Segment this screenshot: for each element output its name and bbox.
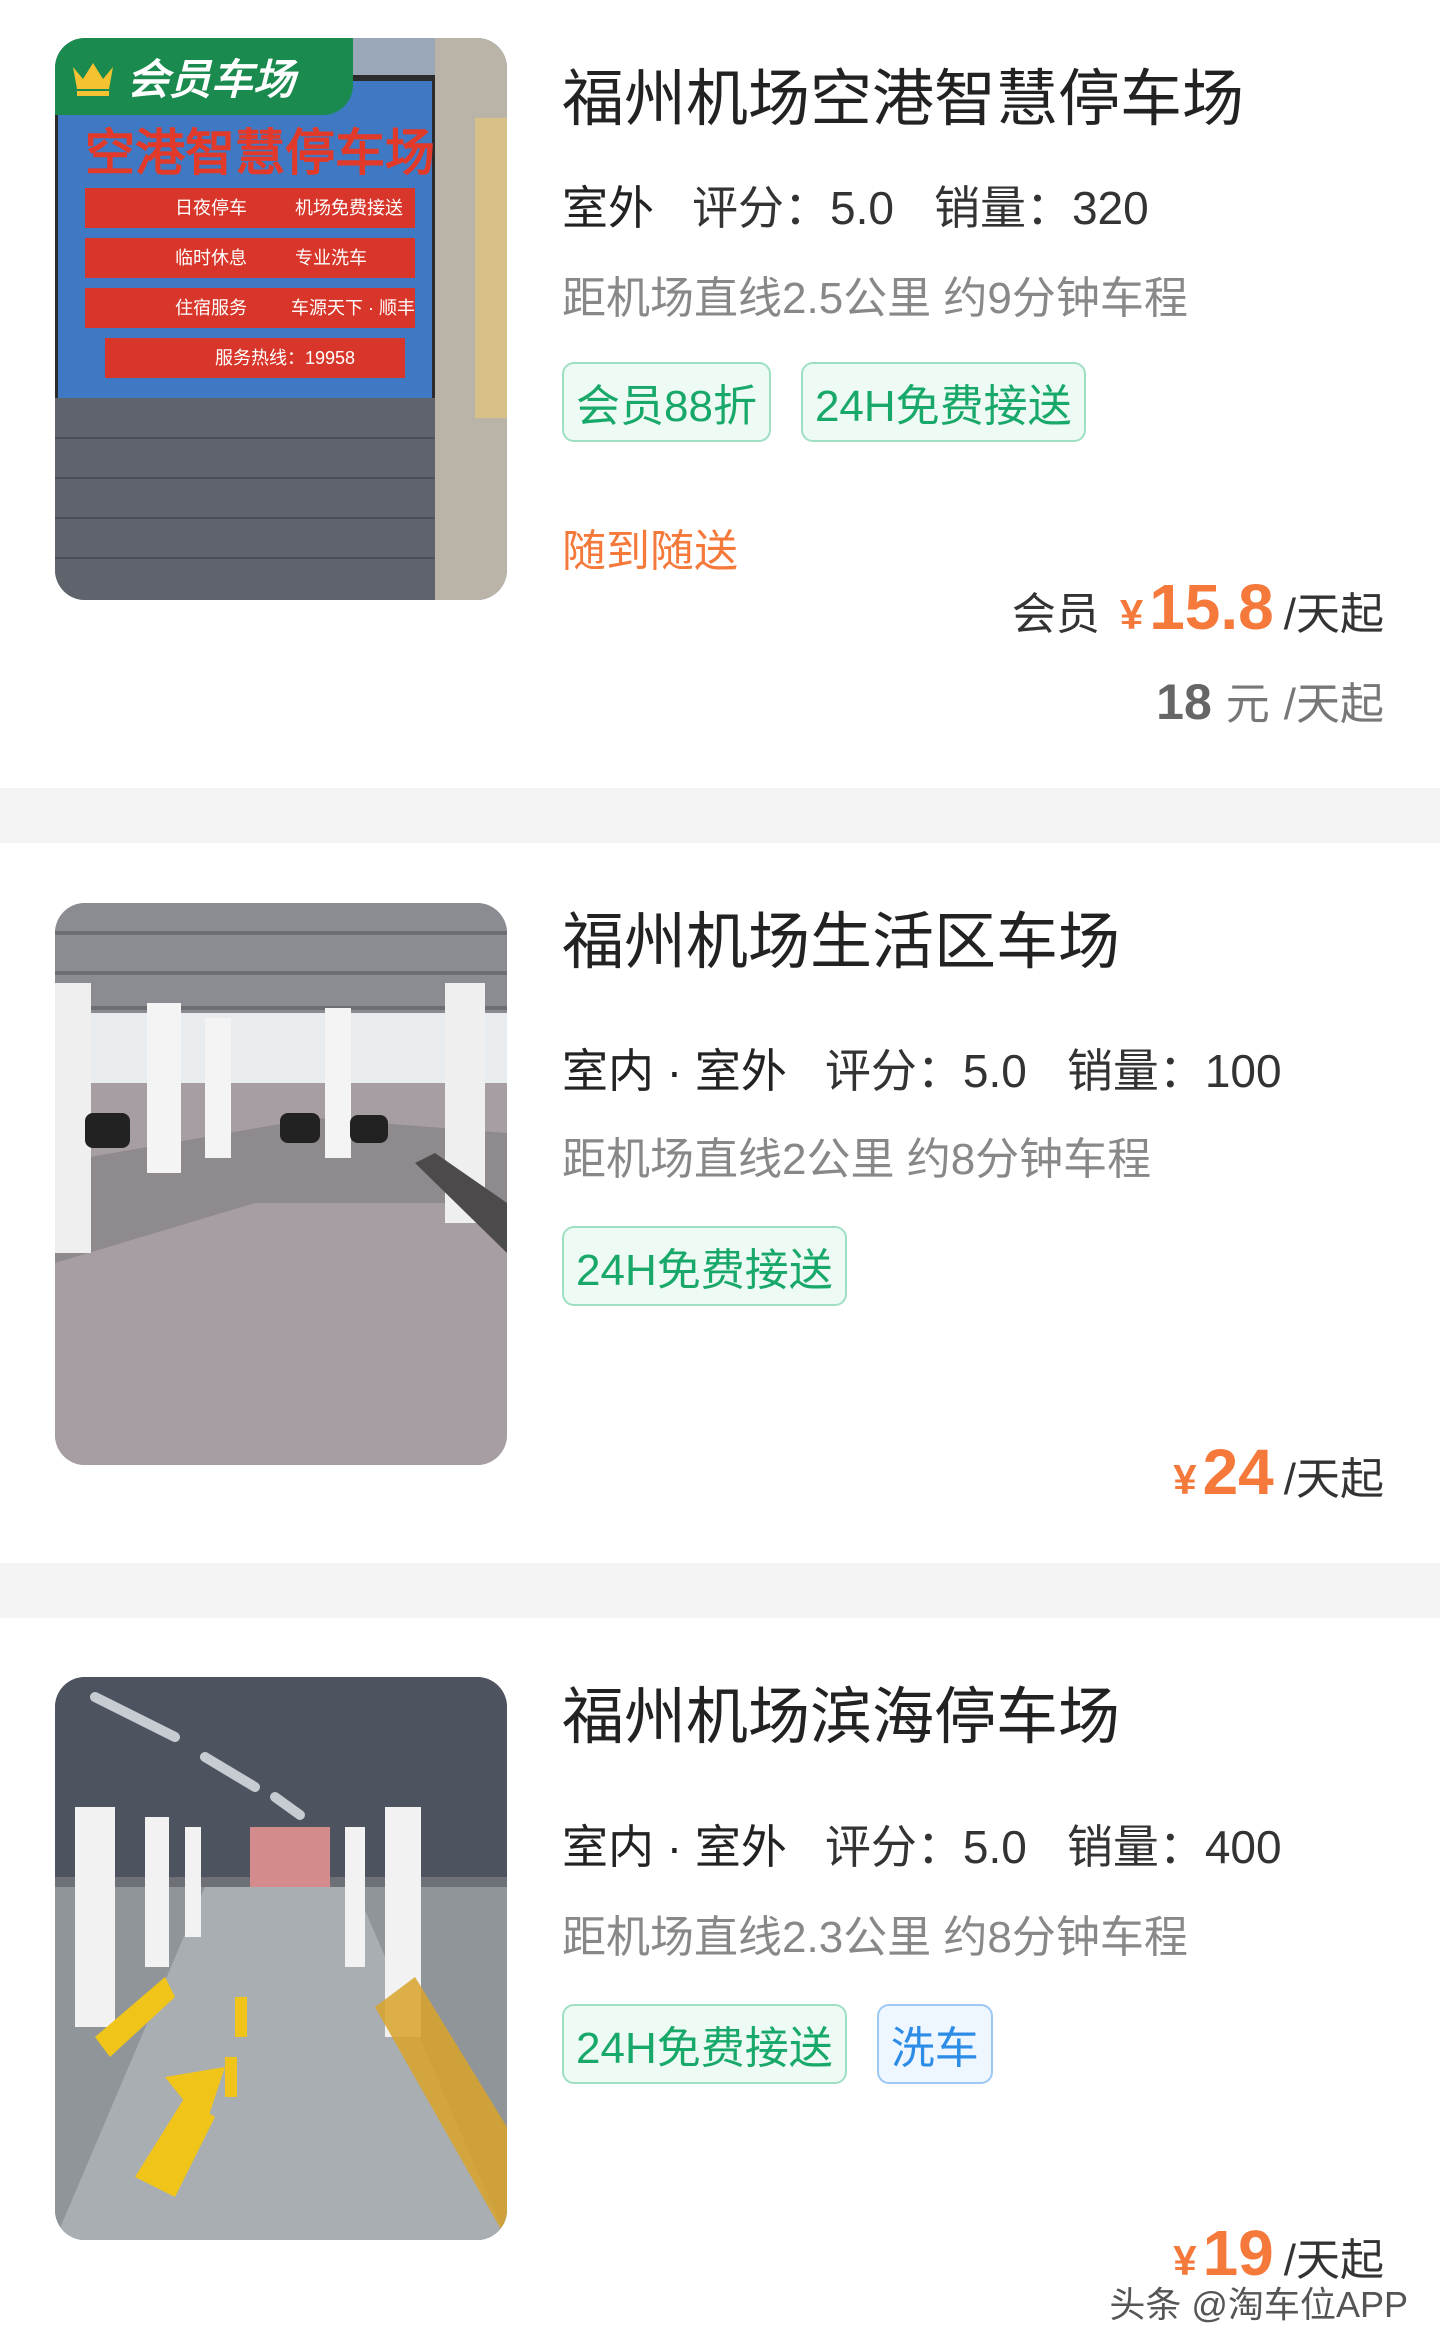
badge-label: 会员车场 [127,56,296,103]
lot-meta: 室外 评分：5.0 销量：320 [562,172,1189,244]
photo-sign-line: 专业洗车 [295,248,367,268]
lot-rating: 评分：5.0 [824,1045,1027,1097]
regular-price-value: 18 [1156,674,1212,730]
photo-sign-line: 车源天下 · 顺丰 [291,298,415,318]
parking-lot-card[interactable]: 空港智慧停车场 日夜停车 机场免费接送 临时休息 专业洗车 住宿服务 车源天下 … [0,0,1440,788]
lot-sales: 销量：100 [1066,1045,1282,1097]
photo-sign-line: 服务热线：19958 [215,348,355,368]
price-value: 24 [1202,1436,1274,1508]
photo-sign-title: 空港智慧停车场 [85,125,435,181]
member-lot-badge: 会员车场 [55,38,353,115]
billboard-photo: 空港智慧停车场 日夜停车 机场免费接送 临时休息 专业洗车 住宿服务 车源天下 … [55,38,507,600]
tag-member-discount: 会员88折 [562,362,771,442]
lot-distance: 距机场直线2.3公里 约8分钟车程 [562,1913,1188,1962]
lot-distance: 距机场直线2.5公里 约9分钟车程 [562,274,1188,323]
lot-name[interactable]: 福州机场生活区车场 [562,891,1120,981]
regular-price-unit: /天起 [1283,680,1384,729]
parking-lot-photo[interactable] [55,903,507,1465]
lot-name[interactable]: 福州机场空港智慧停车场 [562,48,1244,138]
lot-sales: 销量：400 [1066,1821,1282,1873]
lot-tags: 24H免费接送 [562,1226,847,1306]
parking-lot-card[interactable]: 福州机场生活区车场 室内 · 室外 评分：5.0 销量：100 距机场直线2公里… [0,843,1440,1563]
lot-location: 室内 · 室外 [562,1035,787,1107]
lot-tags: 24H免费接送 洗车 [562,2004,993,2084]
garage-photo [55,903,507,1465]
crown-icon [73,62,113,96]
watermark: 头条 @淘车位APP [1109,2284,1408,2325]
lot-name[interactable]: 福州机场滨海停车场 [562,1666,1120,1756]
parking-lot-photo[interactable] [55,1677,507,2240]
tag-free-shuttle: 24H免费接送 [562,1226,847,1306]
price-unit: /天起 [1283,590,1384,639]
lot-meta: 室内 · 室外 评分：5.0 销量：100 [562,1035,1322,1107]
photo-sign-line: 住宿服务 [175,298,247,318]
member-price-label: 会员 [1011,590,1100,639]
lot-distance: 距机场直线2公里 约8分钟车程 [562,1135,1152,1184]
tag-free-shuttle: 24H免费接送 [800,362,1086,442]
photo-sign-line: 机场免费接送 [295,198,403,218]
lot-location: 室内 · 室外 [562,1811,787,1883]
regular-price: 18 元 /天起 [1156,668,1384,732]
currency-symbol: ¥ [1173,1456,1197,1503]
lot-meta: 室内 · 室外 评分：5.0 销量：400 [562,1811,1322,1883]
lot-rating: 评分：5.0 [824,1821,1027,1873]
lot-price: ¥ 24 /天起 [1173,1435,1384,1509]
tag-car-wash: 洗车 [876,2004,993,2084]
underground-garage-photo [55,1677,507,2240]
lot-rating: 评分：5.0 [692,182,894,234]
parking-lot-photo[interactable]: 空港智慧停车场 日夜停车 机场免费接送 临时休息 专业洗车 住宿服务 车源天下 … [55,38,507,600]
lot-sales: 销量：320 [933,182,1149,234]
price-value: 15.8 [1149,571,1274,643]
regular-price-currency: 元 [1225,680,1270,729]
lot-location: 室外 [562,172,654,244]
currency-symbol: ¥ [1119,591,1144,638]
tag-free-shuttle: 24H免费接送 [562,2004,847,2084]
photo-sign-line: 日夜停车 [175,198,247,218]
member-price: 会员 ¥ 15.8 /天起 [1012,570,1384,644]
photo-sign-line: 临时休息 [175,248,247,268]
lot-tags: 会员88折 24H免费接送 [562,362,1086,442]
parking-lot-card[interactable]: 福州机场滨海停车场 室内 · 室外 评分：5.0 销量：400 距机场直线2.3… [0,1618,1440,2348]
price-unit: /天起 [1283,1455,1384,1504]
lot-promo: 随到随送 [562,527,738,576]
